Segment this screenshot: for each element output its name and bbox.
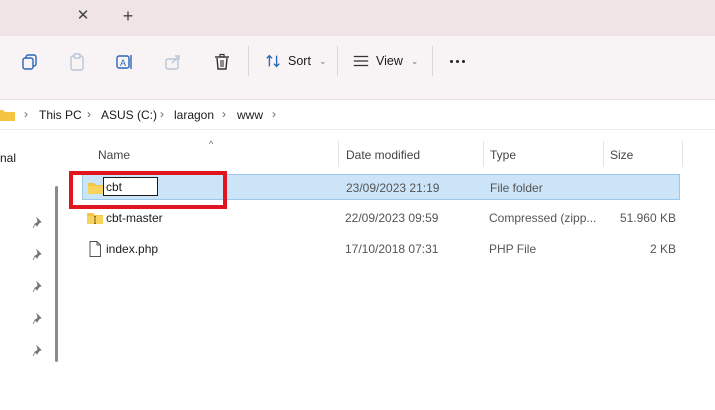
nav-item-label[interactable]: nal xyxy=(0,151,16,165)
address-bar[interactable]: › This PC › ASUS (C:) › laragon › www › xyxy=(0,100,715,130)
pin-icon[interactable] xyxy=(32,345,44,357)
pin-icon[interactable] xyxy=(32,217,44,229)
paste-icon[interactable] xyxy=(67,52,87,72)
sort-icon xyxy=(266,54,280,68)
command-bar: A Sort ⌄ View ⌄ xyxy=(0,36,715,100)
file-date: 22/09/2023 09:59 xyxy=(345,211,439,225)
column-divider[interactable] xyxy=(603,141,604,167)
chevron-down-icon: ⌄ xyxy=(318,55,327,66)
zip-folder-icon xyxy=(86,209,104,227)
file-explorer-window: ✕ + A Sort ⌄ View ⌄ › This PC › ASUS (C:… xyxy=(0,0,715,410)
file-size: 51.960 KB xyxy=(619,211,676,225)
file-size: 2 KB xyxy=(649,242,676,256)
table-row[interactable]: index.php 17/10/2018 07:31 PHP File 2 KB xyxy=(82,236,680,262)
chevron-down-icon: ⌄ xyxy=(410,55,419,66)
folder-icon xyxy=(0,108,16,122)
breadcrumb-www[interactable]: www xyxy=(237,108,263,122)
chevron-right-icon: › xyxy=(160,107,164,121)
delete-icon[interactable] xyxy=(212,52,232,72)
column-divider[interactable] xyxy=(682,141,683,167)
column-header-date[interactable]: Date modified xyxy=(346,148,420,162)
file-type: Compressed (zipp... xyxy=(489,211,597,225)
copy-icon[interactable] xyxy=(20,52,40,72)
file-name: cbt-master xyxy=(106,211,163,225)
breadcrumb-laragon[interactable]: laragon xyxy=(174,108,214,122)
file-date: 17/10/2018 07:31 xyxy=(345,242,439,256)
file-type: File folder xyxy=(490,181,543,195)
pin-icon[interactable] xyxy=(32,281,44,293)
chevron-right-icon: › xyxy=(87,107,91,121)
close-tab-button[interactable]: ✕ xyxy=(75,8,91,24)
nav-scrollbar[interactable] xyxy=(55,186,58,362)
column-header-name[interactable]: Name xyxy=(98,148,130,162)
rename-icon[interactable]: A xyxy=(115,52,135,72)
tab-bar: ✕ + xyxy=(0,0,715,36)
toolbar-separator xyxy=(337,46,338,76)
view-icon xyxy=(353,55,369,67)
pin-icon[interactable] xyxy=(32,249,44,261)
document-icon xyxy=(86,240,104,258)
annotation-highlight-box xyxy=(69,171,227,209)
view-button[interactable]: View ⌄ xyxy=(352,50,418,72)
pin-icon[interactable] xyxy=(32,313,44,325)
file-type: PHP File xyxy=(489,242,537,256)
column-divider[interactable] xyxy=(483,141,484,167)
column-divider[interactable] xyxy=(338,141,339,167)
breadcrumb-asus-c[interactable]: ASUS (C:) xyxy=(101,108,157,122)
more-options-button[interactable] xyxy=(446,50,468,72)
sort-button[interactable]: Sort ⌄ xyxy=(264,50,326,72)
column-header-type[interactable]: Type xyxy=(490,148,516,162)
new-tab-button[interactable]: + xyxy=(120,7,136,25)
share-icon[interactable] xyxy=(163,52,183,72)
toolbar-separator xyxy=(248,46,249,76)
svg-text:A: A xyxy=(120,58,126,68)
chevron-right-icon: › xyxy=(272,107,276,121)
column-header-size[interactable]: Size xyxy=(610,148,633,162)
view-label: View xyxy=(376,54,403,68)
file-name: index.php xyxy=(106,242,159,256)
sort-ascending-icon: ^ xyxy=(209,139,214,149)
navigation-pane: nal xyxy=(0,131,62,410)
chevron-right-icon: › xyxy=(24,107,28,121)
chevron-right-icon: › xyxy=(222,107,226,121)
file-date: 23/09/2023 21:19 xyxy=(346,181,440,195)
sort-label: Sort xyxy=(288,54,311,68)
toolbar-separator xyxy=(432,46,433,76)
more-icon xyxy=(449,59,453,63)
breadcrumb-this-pc[interactable]: This PC xyxy=(39,108,82,122)
